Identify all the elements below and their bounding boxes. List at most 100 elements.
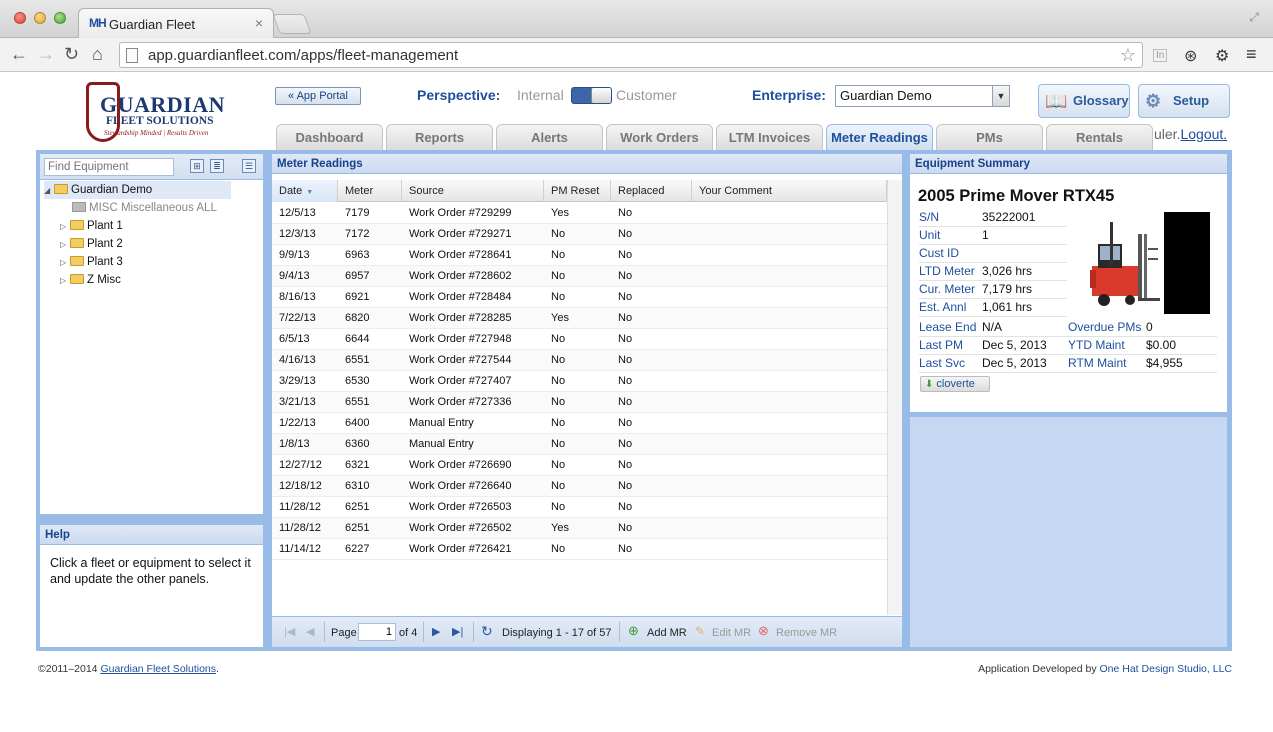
address-bar[interactable]: app.guardianfleet.com/apps/fleet-managem… bbox=[119, 42, 1143, 68]
tree-item[interactable]: ▷ Plant 3 bbox=[60, 253, 123, 271]
tab-close-icon[interactable]: × bbox=[255, 15, 263, 31]
chevron-down-icon[interactable]: ▼ bbox=[992, 86, 1009, 106]
edit-mr-button[interactable]: Edit MR bbox=[712, 626, 751, 640]
sync-icon[interactable]: ⊛ bbox=[1184, 46, 1197, 66]
home-icon[interactable]: ⌂ bbox=[92, 45, 103, 63]
table-cell: 7179 bbox=[345, 207, 370, 219]
tab-rentals[interactable]: Rentals bbox=[1046, 124, 1153, 150]
column-header-replaced[interactable]: Replaced bbox=[611, 180, 692, 202]
reload-icon[interactable]: ↻ bbox=[64, 45, 79, 63]
table-row[interactable]: 1/8/13 6360 Manual Entry No No bbox=[272, 434, 887, 455]
table-row[interactable]: 12/3/13 7172 Work Order #729271 No No bbox=[272, 224, 887, 245]
table-row[interactable]: 3/29/13 6530 Work Order #727407 No No bbox=[272, 371, 887, 392]
find-equipment-input[interactable] bbox=[44, 158, 174, 176]
table-row[interactable]: 9/4/13 6957 Work Order #728602 No No bbox=[272, 266, 887, 287]
table-cell: No bbox=[551, 396, 566, 408]
toggle-knob[interactable] bbox=[591, 88, 611, 103]
list-view-icon[interactable]: ☰ bbox=[242, 159, 256, 173]
tree-expander-icon[interactable]: ◢ bbox=[44, 182, 54, 200]
new-tab-button[interactable] bbox=[272, 14, 312, 34]
table-row[interactable]: 12/18/12 6310 Work Order #726640 No No bbox=[272, 476, 887, 497]
perspective-customer-label[interactable]: Customer bbox=[616, 87, 677, 103]
table-cell bbox=[692, 497, 887, 517]
tree-item[interactable]: MISC Miscellaneous ALL bbox=[72, 199, 217, 217]
developer-link[interactable]: One Hat Design Studio, LLC bbox=[1100, 663, 1233, 675]
table-cell: No bbox=[618, 207, 633, 219]
tab-work-orders[interactable]: Work Orders bbox=[606, 124, 713, 150]
settings-gear-icon[interactable]: ⚙ bbox=[1215, 46, 1229, 66]
app-portal-button[interactable]: « App Portal bbox=[275, 87, 361, 105]
table-row[interactable]: 12/27/12 6321 Work Order #726690 No No bbox=[272, 455, 887, 476]
tree-item[interactable]: ◢ Guardian Demo bbox=[44, 181, 231, 199]
table-row[interactable]: 7/22/13 6820 Work Order #728285 Yes No bbox=[272, 308, 887, 329]
add-icon[interactable]: ⊕ bbox=[628, 623, 639, 639]
glossary-button[interactable]: 📖 Glossary bbox=[1038, 84, 1130, 118]
window-minimize-button[interactable] bbox=[34, 12, 46, 24]
collapse-all-icon[interactable]: ≣ bbox=[210, 159, 224, 173]
edit-icon[interactable]: ✎ bbox=[695, 624, 705, 638]
next-page-icon[interactable]: ▶ bbox=[432, 625, 440, 638]
table-row[interactable]: 11/28/12 6251 Work Order #726502 Yes No bbox=[272, 518, 887, 539]
browser-tab[interactable]: MH Guardian Fleet × bbox=[78, 8, 274, 38]
back-icon[interactable]: ← bbox=[10, 45, 28, 63]
column-header-your-comment[interactable]: Your Comment bbox=[692, 180, 887, 202]
column-header-pm-reset[interactable]: PM Reset bbox=[544, 180, 611, 202]
window-zoom-button[interactable] bbox=[54, 12, 66, 24]
cloverte-button[interactable]: ⬇ cloverte bbox=[920, 376, 990, 392]
expand-all-icon[interactable]: ⊞ bbox=[190, 159, 204, 173]
remove-mr-button[interactable]: Remove MR bbox=[776, 626, 837, 640]
column-header-date[interactable]: Date ▼ bbox=[272, 180, 338, 202]
logout-link[interactable]: Logout. bbox=[1180, 126, 1227, 142]
tree-expander-icon[interactable]: ▷ bbox=[60, 272, 70, 290]
tree-item[interactable]: ▷ Plant 2 bbox=[60, 235, 123, 253]
tree-expander-icon[interactable]: ▷ bbox=[60, 236, 70, 254]
tree-expander-icon[interactable]: ▷ bbox=[60, 254, 70, 272]
table-row[interactable]: 11/14/12 6227 Work Order #726421 No No bbox=[272, 539, 887, 560]
tree-item[interactable]: ▷ Z Misc bbox=[60, 271, 121, 289]
grid-scrollbar[interactable] bbox=[887, 180, 902, 615]
column-header-source[interactable]: Source bbox=[402, 180, 544, 202]
tree-item[interactable]: ▷ Plant 1 bbox=[60, 217, 123, 235]
company-link[interactable]: Guardian Fleet Solutions bbox=[100, 663, 216, 675]
forward-icon[interactable]: → bbox=[37, 45, 55, 63]
prev-page-icon[interactable]: ◀ bbox=[306, 625, 314, 638]
setup-button[interactable]: ⚙ Setup bbox=[1138, 84, 1230, 118]
table-row[interactable]: 1/22/13 6400 Manual Entry No No bbox=[272, 413, 887, 434]
folder-icon bbox=[70, 238, 84, 248]
enterprise-select[interactable]: Guardian Demo ▼ bbox=[835, 85, 1010, 107]
last-page-icon[interactable]: ▶| bbox=[452, 625, 463, 638]
table-cell: 11/14/12 bbox=[279, 543, 322, 555]
table-row[interactable]: 4/16/13 6551 Work Order #727544 No No bbox=[272, 350, 887, 371]
table-row[interactable]: 12/5/13 7179 Work Order #729299 Yes No bbox=[272, 203, 887, 224]
perspective-toggle[interactable] bbox=[571, 87, 612, 104]
tab-meter-readings[interactable]: Meter Readings bbox=[826, 124, 933, 150]
table-row[interactable]: 8/16/13 6921 Work Order #728484 No No bbox=[272, 287, 887, 308]
first-page-icon[interactable]: |◀ bbox=[284, 625, 295, 638]
table-row[interactable]: 6/5/13 6644 Work Order #727948 No No bbox=[272, 329, 887, 350]
table-row[interactable]: 3/21/13 6551 Work Order #727336 No No bbox=[272, 392, 887, 413]
tab-reports[interactable]: Reports bbox=[386, 124, 493, 150]
add-mr-button[interactable]: Add MR bbox=[647, 626, 687, 640]
extension-icon[interactable]: In bbox=[1153, 49, 1168, 62]
table-row[interactable]: 9/9/13 6963 Work Order #728641 No No bbox=[272, 245, 887, 266]
bookmark-star-icon[interactable]: ☆ bbox=[1120, 45, 1136, 66]
fullscreen-icon[interactable]: ⤢ bbox=[1249, 10, 1259, 25]
tree-expander-icon[interactable]: ▷ bbox=[60, 218, 70, 236]
tab-ltm-invoices[interactable]: LTM Invoices bbox=[716, 124, 823, 150]
column-header-meter[interactable]: Meter bbox=[338, 180, 402, 202]
perspective-internal-label[interactable]: Internal bbox=[517, 87, 564, 103]
table-cell: 7/22/13 bbox=[279, 312, 316, 324]
tab-pms[interactable]: PMs bbox=[936, 124, 1043, 150]
address-url[interactable]: app.guardianfleet.com/apps/fleet-managem… bbox=[148, 47, 458, 64]
tab-dashboard[interactable]: Dashboard bbox=[276, 124, 383, 150]
remove-icon[interactable]: ⊗ bbox=[758, 623, 769, 639]
tab-alerts[interactable]: Alerts bbox=[496, 124, 603, 150]
menu-icon[interactable]: ≡ bbox=[1246, 44, 1257, 65]
page-number-input[interactable] bbox=[358, 623, 396, 641]
table-row[interactable]: 11/28/12 6251 Work Order #726503 No No bbox=[272, 497, 887, 518]
grid-pager: |◀ ◀ Page of 4 ▶ ▶| ↻ Displaying 1 - 17 … bbox=[272, 616, 902, 647]
table-cell: 3/29/13 bbox=[279, 375, 316, 387]
window-close-button[interactable] bbox=[14, 12, 26, 24]
equip-field-label: Lease End bbox=[919, 320, 977, 334]
refresh-icon[interactable]: ↻ bbox=[481, 623, 493, 640]
